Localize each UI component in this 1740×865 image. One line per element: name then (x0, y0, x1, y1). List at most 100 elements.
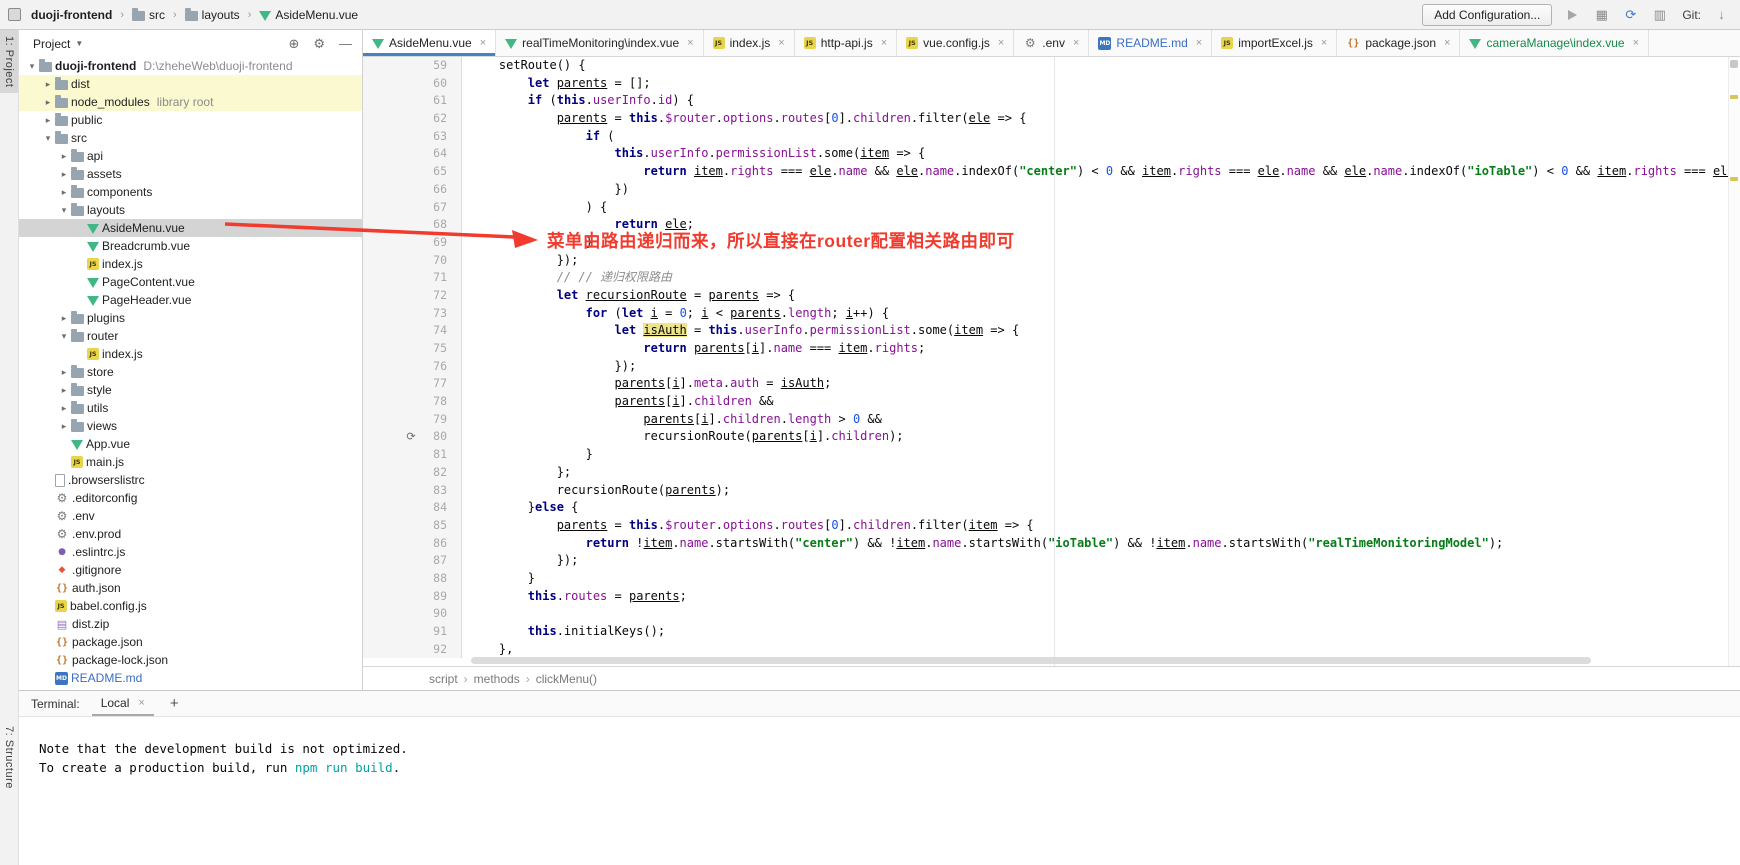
tree-item-assets[interactable]: ▸assets (19, 165, 362, 183)
terminal-output[interactable]: Note that the development build is not o… (19, 717, 1740, 865)
tab-http-api.js[interactable]: JShttp-api.js× (795, 30, 897, 56)
chevron-open-icon[interactable]: ▾ (41, 133, 55, 144)
tree-item-components[interactable]: ▸components (19, 183, 362, 201)
settings-gear-icon[interactable]: ⚙ (313, 36, 325, 52)
tab-realTimeMonitoring\index.vue[interactable]: realTimeMonitoring\index.vue× (496, 30, 703, 56)
chevron-closed-icon[interactable]: ▸ (57, 187, 71, 198)
close-icon[interactable]: × (1196, 37, 1202, 49)
tree-item-layouts[interactable]: ▾layouts (19, 201, 362, 219)
tab-AsideMenu.vue[interactable]: AsideMenu.vue× (363, 30, 496, 56)
tab-vue.config.js[interactable]: JSvue.config.js× (897, 30, 1014, 56)
breadcrumb-item-src[interactable]: src (130, 7, 167, 23)
chevron-closed-icon[interactable]: ▸ (57, 151, 71, 162)
close-icon[interactable]: × (1444, 37, 1450, 49)
js-icon: JS (87, 348, 99, 360)
chevron-open-icon[interactable]: ▾ (25, 61, 39, 72)
vue-icon (87, 278, 99, 288)
locate-file-icon[interactable]: ⊕ (288, 36, 299, 52)
tree-item-router[interactable]: ▾router (19, 327, 362, 345)
close-icon[interactable]: × (1633, 37, 1639, 49)
close-icon[interactable]: × (480, 37, 486, 49)
chevron-closed-icon[interactable]: ▸ (57, 367, 71, 378)
tool-windows-icon[interactable]: ▥ (1651, 6, 1668, 23)
tree-item-README.md[interactable]: MDREADME.md (19, 669, 362, 687)
chevron-closed-icon[interactable]: ▸ (57, 403, 71, 414)
add-configuration-button[interactable]: Add Configuration... (1422, 4, 1552, 26)
tree-item-index.js[interactable]: JSindex.js (19, 345, 362, 363)
tree-item-dist[interactable]: ▸dist (19, 75, 362, 93)
close-icon[interactable]: × (1073, 37, 1079, 49)
new-terminal-session-button[interactable]: + (166, 695, 183, 712)
update-project-icon[interactable]: ⟳ (1622, 6, 1639, 23)
tree-item-duoji-frontend[interactable]: ▾duoji-frontendD:\zheheWeb\duoji-fronten… (19, 57, 362, 75)
app-icon[interactable] (8, 8, 21, 21)
tab-cameraManage\index.vue[interactable]: cameraManage\index.vue× (1460, 30, 1649, 56)
tree-item-store[interactable]: ▸store (19, 363, 362, 381)
tab-index.js[interactable]: JSindex.js× (704, 30, 795, 56)
close-icon[interactable]: × (138, 697, 144, 709)
tree-item-PageContent.vue[interactable]: PageContent.vue (19, 273, 362, 291)
tree-item-.browserslistrc[interactable]: .browserslistrc (19, 471, 362, 489)
tree-item-babel.config.js[interactable]: JSbabel.config.js (19, 597, 362, 615)
tab-.env[interactable]: ⚙.env× (1014, 30, 1089, 56)
close-icon[interactable]: × (998, 37, 1004, 49)
editor-breadcrumb-clickMenu()[interactable]: clickMenu() (536, 672, 597, 686)
tree-item-style[interactable]: ▸style (19, 381, 362, 399)
tree-item-package-lock.json[interactable]: {}package-lock.json (19, 651, 362, 669)
editor-breadcrumb-script[interactable]: script (429, 672, 458, 686)
stripe-button-project[interactable]: 1: Project (0, 30, 18, 93)
vcs-update-icon[interactable]: ↓ (1713, 6, 1730, 23)
hide-panel-icon[interactable]: — (339, 36, 352, 51)
tab-package.json[interactable]: {}package.json× (1337, 30, 1460, 56)
tree-item-auth.json[interactable]: {}auth.json (19, 579, 362, 597)
chevron-closed-icon[interactable]: ▸ (57, 169, 71, 180)
close-icon[interactable]: × (881, 37, 887, 49)
profiler-icon[interactable]: ▦ (1593, 6, 1610, 23)
tree-item-.gitignore[interactable]: ◆.gitignore (19, 561, 362, 579)
editor-breadcrumb-methods[interactable]: methods (474, 672, 520, 686)
terminal-tab-local[interactable]: Local × (92, 691, 154, 716)
breadcrumb-item-layouts[interactable]: layouts (183, 7, 242, 23)
tree-item-.env.prod[interactable]: ⚙.env.prod (19, 525, 362, 543)
horizontal-scrollbar[interactable] (471, 657, 1591, 664)
tab-importExcel.js[interactable]: JSimportExcel.js× (1212, 30, 1337, 56)
close-icon[interactable]: × (687, 37, 693, 49)
stripe-button-structure[interactable]: 7: Structure (0, 720, 18, 795)
tab-README.md[interactable]: MDREADME.md× (1089, 30, 1212, 56)
tree-item-dist.zip[interactable]: ▤dist.zip (19, 615, 362, 633)
tree-item-main.js[interactable]: JSmain.js (19, 453, 362, 471)
tree-item-PageHeader.vue[interactable]: PageHeader.vue (19, 291, 362, 309)
tree-item-src[interactable]: ▾src (19, 129, 362, 147)
tree-item-AsideMenu.vue[interactable]: AsideMenu.vue (19, 219, 362, 237)
chevron-closed-icon[interactable]: ▸ (41, 115, 55, 126)
tree-item-api[interactable]: ▸api (19, 147, 362, 165)
tree-item-index.js[interactable]: JSindex.js (19, 255, 362, 273)
tree-item-package.json[interactable]: {}package.json (19, 633, 362, 651)
tree-item-App.vue[interactable]: App.vue (19, 435, 362, 453)
tree-item-public[interactable]: ▸public (19, 111, 362, 129)
tree-item-Breadcrumb.vue[interactable]: Breadcrumb.vue (19, 237, 362, 255)
tree-item-node_modules[interactable]: ▸node_moduleslibrary root (19, 93, 362, 111)
tree-item-.env[interactable]: ⚙.env (19, 507, 362, 525)
breadcrumb-item-duoji-frontend[interactable]: duoji-frontend (29, 7, 114, 23)
chevron-closed-icon[interactable]: ▸ (41, 97, 55, 108)
chevron-closed-icon[interactable]: ▸ (41, 79, 55, 90)
tree-item-plugins[interactable]: ▸plugins (19, 309, 362, 327)
run-icon[interactable] (1564, 6, 1581, 23)
code-editor[interactable]: 59 setRoute() {60 let parents = [];61 if… (363, 57, 1740, 666)
chevron-open-icon[interactable]: ▾ (57, 205, 71, 216)
tree-item-views[interactable]: ▸views (19, 417, 362, 435)
close-icon[interactable]: × (778, 37, 784, 49)
error-stripe-scrollbar[interactable] (1728, 57, 1740, 666)
tree-item-.editorconfig[interactable]: ⚙.editorconfig (19, 489, 362, 507)
chevron-closed-icon[interactable]: ▸ (57, 421, 71, 432)
close-icon[interactable]: × (1321, 37, 1327, 49)
project-view-selector[interactable]: Project (33, 37, 70, 51)
chevron-open-icon[interactable]: ▾ (57, 331, 71, 342)
chevron-closed-icon[interactable]: ▸ (57, 385, 71, 396)
tree-item-.eslintrc.js[interactable]: ●.eslintrc.js (19, 543, 362, 561)
breadcrumb-item-AsideMenu.vue[interactable]: AsideMenu.vue (257, 7, 360, 23)
chevron-closed-icon[interactable]: ▸ (57, 313, 71, 324)
git-branch-widget[interactable]: Git: (1682, 8, 1701, 22)
tree-item-utils[interactable]: ▸utils (19, 399, 362, 417)
